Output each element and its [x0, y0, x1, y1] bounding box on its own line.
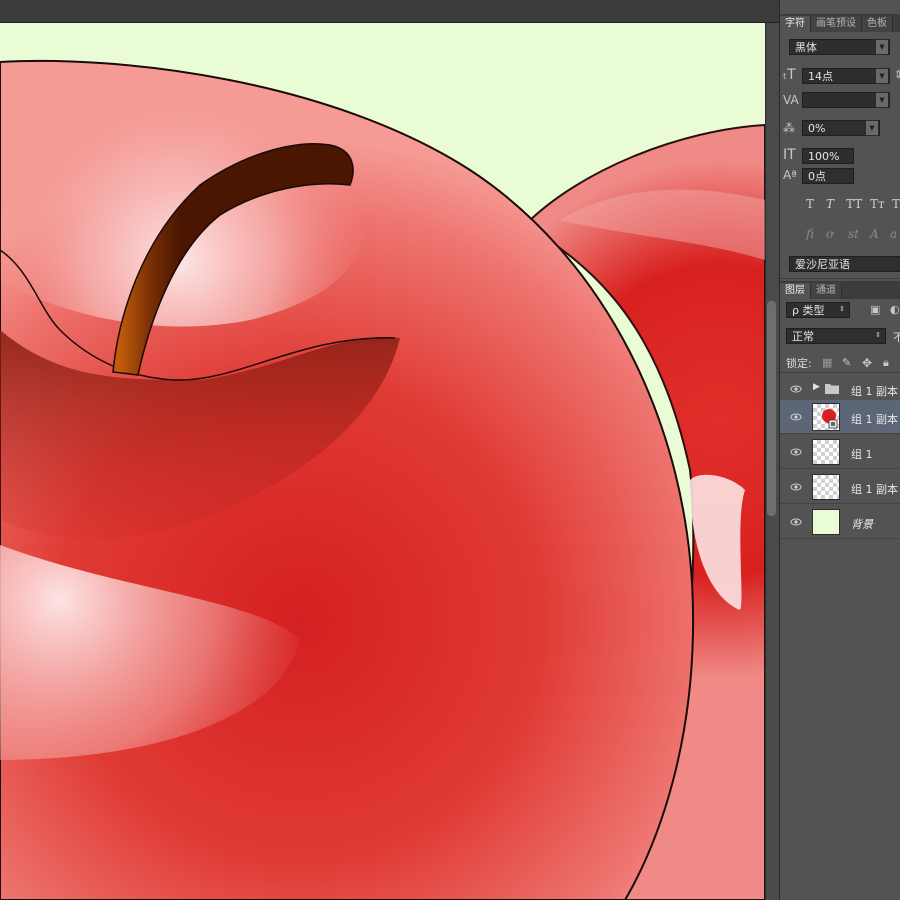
faux-italic-button[interactable]: T — [826, 197, 834, 211]
chevron-down-icon[interactable]: ▼ — [865, 120, 879, 136]
blend-mode-value: 正常 — [792, 330, 814, 343]
layer-filter-select[interactable]: ρ 类型 ⇕ — [786, 302, 850, 318]
image-filter-icon[interactable]: ▣ — [870, 302, 880, 318]
tab-brush-presets[interactable]: 画笔预设 — [811, 16, 862, 32]
chevron-down-icon[interactable]: ▼ — [875, 39, 889, 55]
layer-thumbnail — [812, 439, 840, 465]
lock-label: 锁定: — [786, 357, 812, 370]
background-thumbnail — [812, 509, 840, 535]
layer-name: 组 1 副本 — [851, 413, 898, 426]
language-select[interactable]: 爱沙尼亚语 — [789, 256, 900, 272]
baseline-shift-icon: Aª — [783, 168, 797, 182]
visibility-eye-icon[interactable] — [790, 516, 802, 528]
layer-row[interactable]: 背景 — [780, 505, 900, 539]
ligatures-button[interactable]: fi — [806, 227, 814, 241]
apple-artwork — [0, 59, 765, 900]
leading-icon: ⇕ — [894, 68, 900, 81]
kerning-icon: VA — [783, 93, 799, 107]
scrollbar-thumb[interactable] — [767, 301, 776, 516]
layer-filter-value: ρ 类型 — [792, 304, 825, 317]
small-caps-button[interactable]: Tт — [870, 197, 885, 211]
vertical-scale-icon: IT — [783, 147, 796, 163]
visibility-eye-icon[interactable] — [790, 446, 802, 458]
chevron-updown-icon[interactable]: ⇕ — [871, 328, 885, 344]
visibility-eye-icon[interactable] — [790, 411, 802, 423]
tracking-icon: ⁂ — [783, 121, 795, 135]
layer-thumbnail — [812, 474, 840, 500]
layer-name: 组 1 副本 — [851, 483, 898, 496]
font-size-select[interactable]: 14点 ▼ — [802, 68, 890, 84]
font-family-select[interactable]: 黑体 ▼ — [789, 39, 890, 55]
canvas-vertical-scrollbar[interactable] — [765, 23, 779, 900]
lock-image-pixels-icon[interactable]: ✎ — [842, 355, 851, 371]
all-caps-button[interactable]: TT — [846, 197, 862, 211]
expand-group-icon[interactable]: ▶ — [813, 382, 820, 392]
chevron-down-icon[interactable]: ▼ — [875, 68, 889, 84]
faux-bold-button[interactable]: T — [806, 197, 814, 211]
layers-panel-tabs: 图层 通道 — [780, 281, 900, 299]
tracking-value: 0% — [808, 122, 826, 135]
kerning-select[interactable]: ▼ — [802, 92, 890, 108]
superscript-button[interactable]: T — [892, 197, 900, 211]
lock-position-icon[interactable]: ✥ — [862, 355, 872, 371]
lock-all-icon[interactable]: 🔒︎ — [883, 355, 889, 371]
tab-swatches[interactable]: 色板 — [862, 16, 893, 32]
layer-name: 组 1 — [851, 448, 873, 461]
baseline-shift-field[interactable]: 0点 — [802, 168, 854, 184]
font-family-value: 黑体 — [795, 41, 817, 54]
apple-thumbnail-icon — [822, 409, 838, 429]
layer-name: 背景 — [851, 518, 873, 531]
vertical-scale-field[interactable]: 100% — [802, 148, 854, 164]
canvas[interactable] — [0, 23, 765, 900]
lock-transparent-pixels-icon[interactable]: ▦ — [822, 355, 832, 371]
layer-row[interactable]: 组 1 — [780, 435, 900, 469]
adjustment-filter-icon[interactable]: ◐ — [890, 302, 900, 318]
stylistic-alternates-button[interactable]: st — [848, 227, 859, 241]
tab-channels[interactable]: 通道 — [811, 283, 842, 299]
panel-divider — [780, 278, 900, 279]
visibility-eye-icon[interactable] — [790, 481, 802, 493]
visibility-eye-icon[interactable] — [790, 383, 802, 395]
chevron-down-icon[interactable]: ▼ — [875, 92, 889, 108]
folder-icon — [825, 384, 839, 394]
titling-alternates-button[interactable]: a — [890, 227, 897, 241]
character-panel-tabs: 字符 画笔预设 色板 — [780, 14, 900, 32]
document-tab-bar — [0, 0, 900, 23]
blend-mode-select[interactable]: 正常 ⇕ — [786, 328, 886, 344]
font-size-icon: ₜT — [783, 67, 796, 83]
swash-button[interactable]: A — [870, 227, 879, 241]
layer-row[interactable]: 组 1 副本 — [780, 470, 900, 504]
opacity-label: 不 — [893, 331, 900, 344]
chevron-updown-icon[interactable]: ⇕ — [835, 302, 849, 318]
vertical-scale-value: 100% — [808, 150, 840, 163]
tracking-select[interactable]: 0% ▼ — [802, 120, 880, 136]
font-size-value: 14点 — [808, 70, 833, 83]
layer-row[interactable]: 组 1 副本 — [780, 400, 900, 434]
tab-layers[interactable]: 图层 — [780, 283, 811, 299]
layer-thumbnail — [812, 403, 840, 431]
right-panel: 字符 画笔预设 色板 黑体 ▼ ₜT 14点 ▼ ⇕ VA ▼ ⁂ 0% ▼ I… — [779, 0, 900, 900]
old-style-button[interactable]: ơ — [826, 227, 833, 241]
baseline-shift-value: 0点 — [808, 170, 826, 183]
tab-character[interactable]: 字符 — [780, 16, 811, 32]
language-value: 爱沙尼亚语 — [795, 258, 850, 271]
layer-name: 组 1 副本 — [851, 385, 898, 398]
